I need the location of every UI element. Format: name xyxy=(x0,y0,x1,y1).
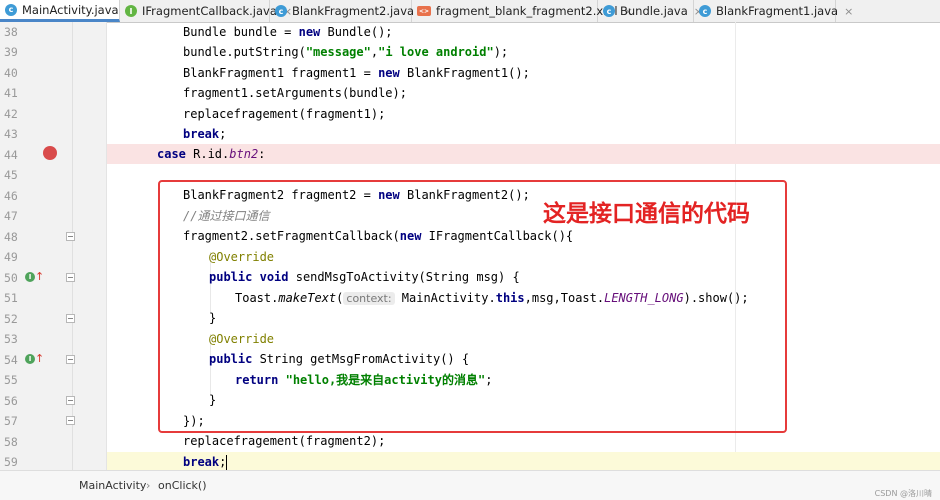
line-number: 44 xyxy=(4,148,18,162)
code-line-58[interactable]: replacefragement(fragment2); xyxy=(107,431,940,451)
breakpoint-icon[interactable] xyxy=(43,146,57,160)
class-icon: c xyxy=(275,5,287,17)
line-number: 55 xyxy=(4,373,18,387)
code-line-44[interactable]: case R.id.btn2: xyxy=(107,144,940,164)
code-line-39[interactable]: bundle.putString("message","i love andro… xyxy=(107,42,940,62)
xml-file-icon: <> xyxy=(417,6,431,16)
line-number: 56 xyxy=(4,394,18,408)
line-number: 39 xyxy=(4,45,18,59)
line-number: 48 xyxy=(4,230,18,244)
line-number: 46 xyxy=(4,189,18,203)
arrow-up-icon[interactable]: ↑ xyxy=(35,353,44,364)
code-line-43[interactable]: break; xyxy=(107,124,940,144)
tab-label: Bundle.java xyxy=(620,4,688,18)
tab-fragment-xml[interactable]: <> fragment_blank_fragment2.xml × xyxy=(412,0,633,22)
line-number: 41 xyxy=(4,86,18,100)
line-number: 43 xyxy=(4,127,18,141)
implements-method-icon[interactable]: I xyxy=(25,272,35,282)
fold-toggle-icon[interactable] xyxy=(66,355,75,364)
code-line-42[interactable]: replacefragement(fragment1); xyxy=(107,104,940,124)
line-number: 42 xyxy=(4,107,18,121)
line-number: 47 xyxy=(4,209,18,223)
implements-method-icon[interactable]: I xyxy=(25,354,35,364)
line-number: 51 xyxy=(4,291,18,305)
line-number: 40 xyxy=(4,66,18,80)
fold-toggle-icon[interactable] xyxy=(66,314,75,323)
class-icon: c xyxy=(5,3,17,16)
line-number: 52 xyxy=(4,312,18,326)
code-line-41[interactable]: fragment1.setArguments(bundle); xyxy=(107,83,940,103)
code-line-40[interactable]: BlankFragment1 fragment1 = new BlankFrag… xyxy=(107,63,940,83)
fold-toggle-icon[interactable] xyxy=(66,273,75,282)
line-number: 49 xyxy=(4,250,18,264)
class-icon: c xyxy=(603,5,615,17)
line-number: 45 xyxy=(4,168,18,182)
text-caret xyxy=(226,455,228,470)
tab-ifragmentcallback[interactable]: I IFragmentCallback.java × xyxy=(120,0,292,22)
breadcrumb: MainActivity › onClick() xyxy=(0,470,940,500)
code-line-38[interactable]: Bundle bundle = new Bundle(); xyxy=(107,22,940,42)
breadcrumb-method[interactable]: onClick() xyxy=(158,479,207,492)
class-icon: c xyxy=(699,5,711,17)
tab-bundle[interactable]: c Bundle.java × xyxy=(598,0,703,22)
close-icon[interactable]: × xyxy=(844,5,853,18)
annotation-label: 这是接口通信的代码 xyxy=(543,201,750,227)
breadcrumb-separator: › xyxy=(146,479,151,492)
interface-icon: I xyxy=(125,5,137,17)
tab-label: BlankFragment2.java xyxy=(292,4,415,18)
editor-tab-bar: c MainActivity.java × I IFragmentCallbac… xyxy=(0,0,940,23)
arrow-up-icon[interactable]: ↑ xyxy=(35,271,44,282)
tab-label: BlankFragment1.java xyxy=(716,4,839,18)
tab-blankfragment2[interactable]: c BlankFragment2.java × xyxy=(270,0,429,22)
line-number: 59 xyxy=(4,455,18,469)
tab-label: IFragmentCallback.java xyxy=(142,4,277,18)
line-number: 58 xyxy=(4,435,18,449)
watermark: CSDN @洛川晴 xyxy=(874,489,932,498)
fold-toggle-icon[interactable] xyxy=(66,416,75,425)
tab-blankfragment1[interactable]: c BlankFragment1.java × xyxy=(694,0,853,22)
fold-toggle-icon[interactable] xyxy=(66,396,75,405)
tab-mainactivity[interactable]: c MainActivity.java × xyxy=(0,0,134,22)
tab-label: MainActivity.java xyxy=(22,2,119,17)
breadcrumb-class[interactable]: MainActivity xyxy=(79,479,146,492)
code-line-59[interactable]: break; xyxy=(107,452,940,470)
line-number: 57 xyxy=(4,414,18,428)
line-number: 53 xyxy=(4,332,18,346)
line-number: 38 xyxy=(4,25,18,39)
fold-toggle-icon[interactable] xyxy=(66,232,75,241)
tab-label: fragment_blank_fragment2.xml xyxy=(436,4,618,18)
